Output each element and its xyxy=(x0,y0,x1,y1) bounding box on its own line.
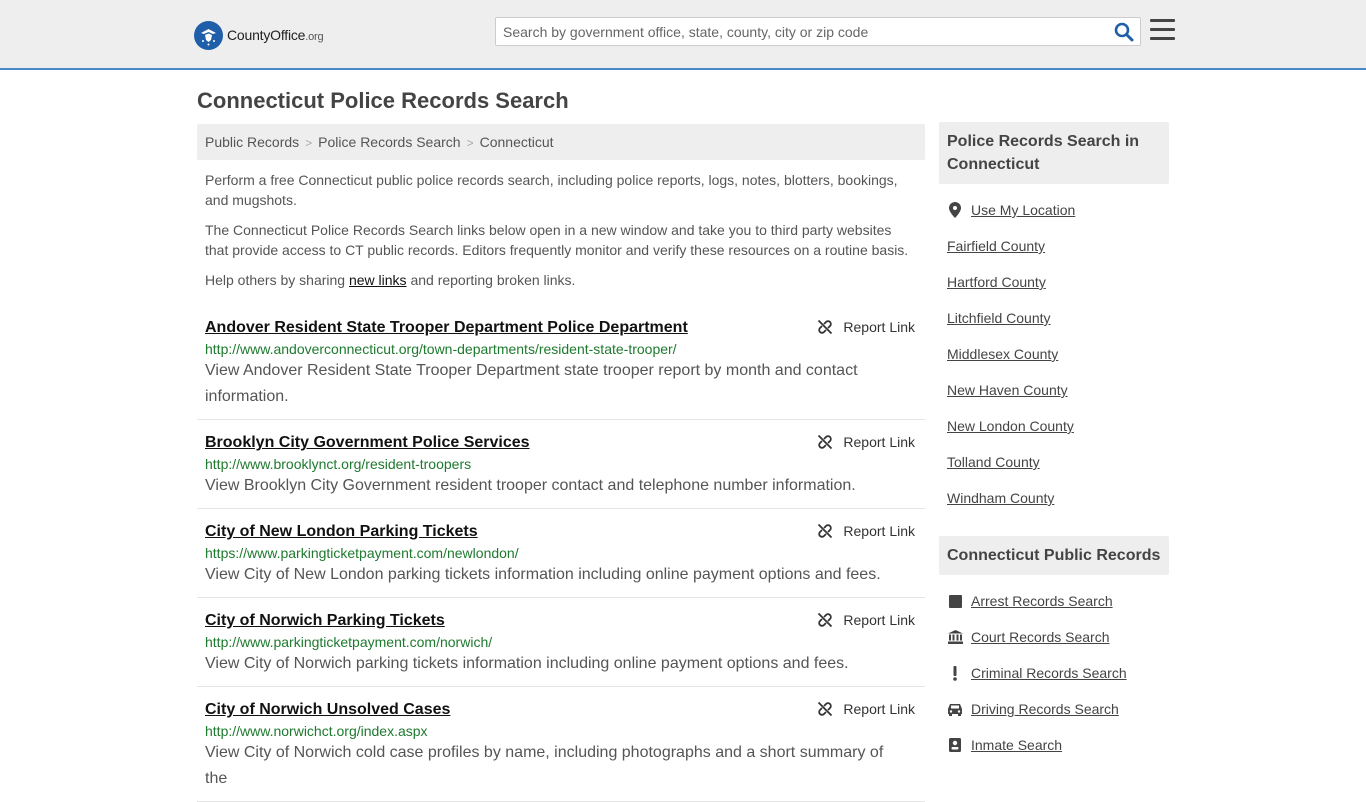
new-links-link[interactable]: new links xyxy=(349,272,407,288)
arrest-records-link[interactable]: Arrest Records Search xyxy=(971,593,1113,609)
map-pin-icon xyxy=(947,202,963,218)
square-icon xyxy=(947,594,963,608)
report-link-label: Report Link xyxy=(843,434,915,450)
result-description: View Brooklyn City Government resident t… xyxy=(205,477,856,494)
result-item: City of Norwich Parking Tickets http://w… xyxy=(197,598,925,687)
sidebar-item-county: Litchfield County xyxy=(947,300,1169,336)
result-description: View City of New London parking tickets … xyxy=(205,566,881,583)
sidebar-item-county: Middlesex County xyxy=(947,336,1169,372)
county-link-tolland[interactable]: Tolland County xyxy=(947,454,1040,470)
result-item: Brooklyn City Government Police Services… xyxy=(197,420,925,509)
broken-link-icon xyxy=(818,434,833,450)
search-input[interactable] xyxy=(503,22,1103,42)
intro-paragraph-1: Perform a free Connecticut public police… xyxy=(205,172,898,208)
sidebar-item-use-location: Use My Location xyxy=(947,192,1169,228)
breadcrumb-connecticut[interactable]: Connecticut xyxy=(480,134,554,150)
sidebar-item-court-records: Court Records Search xyxy=(947,619,1169,655)
sidebar-item-criminal-records: Criminal Records Search xyxy=(947,655,1169,691)
exclamation-icon xyxy=(947,665,963,681)
sidebar-item-arrest-records: Arrest Records Search xyxy=(947,583,1169,619)
sidebar-item-county: Hartford County xyxy=(947,264,1169,300)
intro-paragraph-3: Help others by sharing new links and rep… xyxy=(205,272,576,288)
chevron-right-icon: > xyxy=(466,136,474,150)
report-link-button[interactable]: Report Link xyxy=(817,319,915,335)
site-header: CountyOffice.org xyxy=(0,0,1366,70)
result-title-link[interactable]: City of New London Parking Tickets xyxy=(205,523,478,541)
county-link-new-london[interactable]: New London County xyxy=(947,418,1074,434)
sidebar-public-records-list: Arrest Records Search Court Records Sear… xyxy=(947,583,1169,763)
sidebar-item-county: Tolland County xyxy=(947,444,1169,480)
court-records-link[interactable]: Court Records Search xyxy=(971,629,1110,645)
search-icon[interactable] xyxy=(1114,22,1134,42)
intro-paragraph-2: The Connecticut Police Records Search li… xyxy=(205,222,909,258)
id-badge-icon xyxy=(947,738,963,752)
sidebar-item-inmate-search: Inmate Search xyxy=(947,727,1169,763)
use-my-location-link[interactable]: Use My Location xyxy=(971,202,1075,218)
report-link-label: Report Link xyxy=(843,701,915,717)
sidebar-item-county: Fairfield County xyxy=(947,228,1169,264)
criminal-records-link[interactable]: Criminal Records Search xyxy=(971,665,1127,681)
result-title-link[interactable]: Brooklyn City Government Police Services xyxy=(205,434,530,452)
broken-link-icon xyxy=(818,612,833,628)
breadcrumb-public-records[interactable]: Public Records xyxy=(205,134,299,150)
logo-text: CountyOffice xyxy=(227,27,306,43)
report-link-label: Report Link xyxy=(843,523,915,539)
chevron-right-icon: > xyxy=(305,136,313,150)
result-description: View City of Norwich cold case profiles … xyxy=(205,744,884,787)
hamburger-menu-icon[interactable] xyxy=(1150,19,1175,42)
result-item: Andover Resident State Trooper Departmen… xyxy=(197,305,925,420)
sidebar-item-county: Windham County xyxy=(947,480,1169,516)
sidebar-county-list: Use My Location Fairfield County Hartfor… xyxy=(947,192,1169,516)
sidebar-item-county: New Haven County xyxy=(947,372,1169,408)
driving-records-link[interactable]: Driving Records Search xyxy=(971,701,1119,717)
result-url: http://www.norwichct.org/index.aspx xyxy=(205,723,428,739)
sidebar-item-driving-records: Driving Records Search xyxy=(947,691,1169,727)
county-link-windham[interactable]: Windham County xyxy=(947,490,1054,506)
search-box xyxy=(495,17,1141,46)
result-url: http://www.brooklynct.org/resident-troop… xyxy=(205,456,472,472)
breadcrumb-police-records-search[interactable]: Police Records Search xyxy=(318,134,460,150)
results-list: Andover Resident State Trooper Departmen… xyxy=(197,305,925,802)
page-title: Connecticut Police Records Search xyxy=(197,88,569,113)
report-link-label: Report Link xyxy=(843,612,915,628)
seal-logo-icon xyxy=(194,20,223,50)
result-title-link[interactable]: City of Norwich Unsolved Cases xyxy=(205,701,450,719)
report-link-button[interactable]: Report Link xyxy=(817,612,915,628)
result-item: City of New London Parking Tickets https… xyxy=(197,509,925,598)
broken-link-icon xyxy=(818,701,833,717)
result-description: View City of Norwich parking tickets inf… xyxy=(205,655,849,672)
sidebar-heading-police-records: Police Records Search in Connecticut xyxy=(939,122,1169,184)
site-logo[interactable]: CountyOffice.org xyxy=(194,20,324,50)
result-url: https://www.parkingticketpayment.com/new… xyxy=(205,545,519,561)
logo-text-org: .org xyxy=(305,31,324,43)
result-title-link[interactable]: Andover Resident State Trooper Departmen… xyxy=(205,319,688,337)
report-link-label: Report Link xyxy=(843,319,915,335)
breadcrumb: Public Records > Police Records Search > Con… xyxy=(197,124,925,160)
broken-link-icon xyxy=(818,523,833,539)
sidebar-item-county: New London County xyxy=(947,408,1169,444)
result-url: http://www.parkingticketpayment.com/norw… xyxy=(205,634,493,650)
county-link-hartford[interactable]: Hartford County xyxy=(947,274,1046,290)
county-link-litchfield[interactable]: Litchfield County xyxy=(947,310,1051,326)
county-link-fairfield[interactable]: Fairfield County xyxy=(947,238,1045,254)
report-link-button[interactable]: Report Link xyxy=(817,701,915,717)
report-link-button[interactable]: Report Link xyxy=(817,434,915,450)
report-link-button[interactable]: Report Link xyxy=(817,523,915,539)
inmate-search-link[interactable]: Inmate Search xyxy=(971,737,1062,753)
county-link-new-haven[interactable]: New Haven County xyxy=(947,382,1068,398)
courthouse-icon xyxy=(947,630,963,644)
result-item: City of Norwich Unsolved Cases http://ww… xyxy=(197,687,925,802)
sidebar-heading-public-records: Connecticut Public Records xyxy=(939,536,1169,575)
county-link-middlesex[interactable]: Middlesex County xyxy=(947,346,1058,362)
car-icon xyxy=(947,703,963,716)
result-title-link[interactable]: City of Norwich Parking Tickets xyxy=(205,612,445,630)
result-url: http://www.andoverconnecticut.org/town-d… xyxy=(205,341,677,357)
broken-link-icon xyxy=(818,319,833,335)
result-description: View Andover Resident State Trooper Depa… xyxy=(205,362,858,405)
